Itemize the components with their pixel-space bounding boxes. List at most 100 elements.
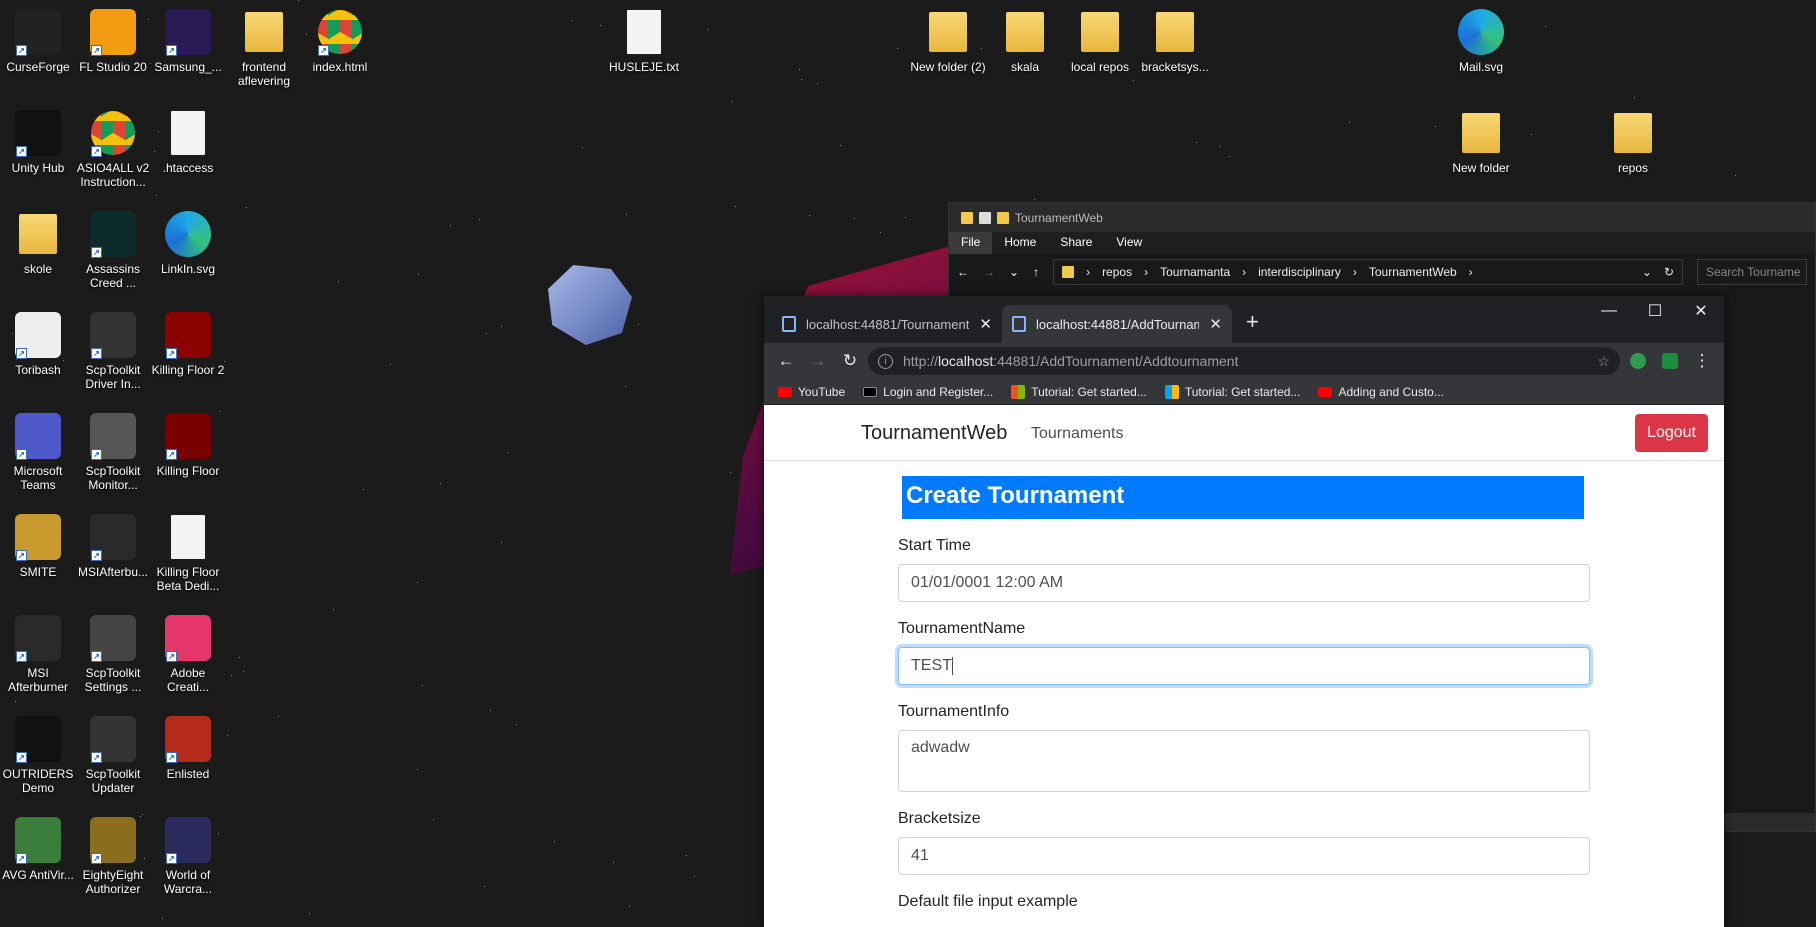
- close-icon[interactable]: ✕: [1678, 296, 1724, 326]
- desktop-icon[interactable]: ↗ Microsoft Teams: [0, 412, 76, 492]
- ribbon-tab-file[interactable]: File: [949, 232, 993, 254]
- desktop-icon-label: New folder (2): [910, 60, 986, 74]
- desktop-icon[interactable]: ↗ Killing Floor: [150, 412, 226, 478]
- desktop-icon[interactable]: ↗ Assassins Creed ...: [75, 210, 151, 290]
- desktop-icon[interactable]: .htaccess: [150, 109, 226, 175]
- shortcut-arrow-icon: ↗: [91, 651, 102, 662]
- samsung-icon: ↗: [164, 8, 212, 56]
- address-bar[interactable]: i http://localhost:44881/AddTournament/A…: [868, 347, 1620, 375]
- desktop-icon[interactable]: ↗ MSIAfterbu...: [75, 513, 151, 579]
- explorer-address-bar[interactable]: › repos › Tournamanta › interdisciplinar…: [1053, 259, 1683, 285]
- properties-icon[interactable]: [979, 211, 991, 224]
- desktop-icon-label: ScpToolkit Monitor...: [85, 464, 141, 492]
- desktop-icon[interactable]: Mail.svg: [1443, 8, 1519, 74]
- bookmark-login-register[interactable]: Login and Register...: [863, 385, 993, 399]
- desktop-icon[interactable]: local repos: [1062, 8, 1138, 74]
- desktop-icon[interactable]: HUSLEJE.txt: [606, 8, 682, 74]
- desktop-icon[interactable]: ↗ Killing Floor 2: [150, 311, 226, 377]
- close-icon[interactable]: ✕: [1209, 315, 1222, 333]
- maximize-icon[interactable]: ☐: [1632, 296, 1678, 326]
- new-folder-icon[interactable]: [997, 211, 1009, 224]
- forward-arrow-icon[interactable]: →: [983, 265, 995, 279]
- browser-window[interactable]: localhost:44881/Tournaments/De ✕ localho…: [764, 296, 1724, 927]
- site-brand[interactable]: TournamentWeb: [861, 422, 1007, 445]
- close-icon[interactable]: ✕: [979, 315, 992, 333]
- desktop-icon[interactable]: ↗ Samsung_...: [150, 8, 226, 74]
- bookmark-adding-custom[interactable]: Adding and Custo...: [1318, 385, 1444, 399]
- logout-button[interactable]: Logout: [1635, 414, 1708, 452]
- desktop-icon[interactable]: ↗ ScpToolkit Settings ...: [75, 614, 151, 694]
- desktop-icon[interactable]: ↗ ScpToolkit Updater: [75, 715, 151, 795]
- desktop-icon[interactable]: ↗ AVG AntiVir...: [0, 816, 76, 882]
- back-arrow-icon[interactable]: ←: [772, 347, 800, 375]
- reload-icon[interactable]: ↻: [836, 347, 864, 375]
- ribbon-tab-share[interactable]: Share: [1048, 232, 1104, 254]
- start-time-input[interactable]: 01/01/0001 12:00 AM: [898, 564, 1590, 602]
- breadcrumb-repos[interactable]: repos: [1102, 265, 1132, 279]
- desktop-icon[interactable]: ↗ ASIO4ALL v2 Instruction...: [75, 109, 151, 189]
- desktop-icon[interactable]: ↗ Toribash: [0, 311, 76, 377]
- star-dot: [490, 710, 491, 711]
- star-dot: [507, 452, 508, 453]
- file-icon: [164, 513, 212, 561]
- bookmark-tutorial-2[interactable]: Tutorial: Get started...: [1164, 384, 1300, 399]
- menu-kebab-icon[interactable]: ⋮: [1688, 347, 1716, 375]
- folder-icon: [1076, 8, 1124, 56]
- desktop-icon[interactable]: ↗ Adobe Creati...: [150, 614, 226, 694]
- desktop-icon[interactable]: ↗ CurseForge: [0, 8, 76, 74]
- desktop-icon[interactable]: ↗ OUTRIDERS Demo: [0, 715, 76, 795]
- desktop-icon[interactable]: ↗ Enlisted: [150, 715, 226, 781]
- bookmark-tutorial-1[interactable]: Tutorial: Get started...: [1011, 384, 1147, 399]
- back-arrow-icon[interactable]: ←: [957, 265, 969, 279]
- star-dot: [239, 657, 240, 658]
- desktop-icon[interactable]: bracketsys...: [1137, 8, 1213, 74]
- breadcrumb-tournamanta[interactable]: Tournamanta: [1160, 265, 1230, 279]
- desktop-icon[interactable]: ↗ Unity Hub: [0, 109, 76, 175]
- recent-chevron-icon[interactable]: ⌄: [1009, 265, 1019, 279]
- bookmark-youtube[interactable]: YouTube: [778, 385, 845, 399]
- desktop-icon[interactable]: frontend aflevering: [226, 8, 302, 88]
- desktop-icon[interactable]: New folder: [1443, 109, 1519, 175]
- chevron-down-icon[interactable]: ⌄: [1642, 265, 1652, 279]
- info-icon[interactable]: i: [878, 353, 893, 369]
- breadcrumb-interdisciplinary[interactable]: interdisciplinary: [1258, 265, 1341, 279]
- breadcrumb-tournamentweb[interactable]: TournamentWeb: [1369, 265, 1457, 279]
- star-dot: [417, 769, 418, 770]
- minimize-icon[interactable]: —: [1586, 296, 1632, 326]
- desktop-icon[interactable]: ↗ SMITE: [0, 513, 76, 579]
- desktop-icon[interactable]: ↗ ScpToolkit Monitor...: [75, 412, 151, 492]
- desktop-icon[interactable]: LinkIn.svg: [150, 210, 226, 276]
- tab-tournaments-details[interactable]: localhost:44881/Tournaments/De ✕: [772, 305, 1002, 343]
- tournament-info-textarea[interactable]: adwadw: [898, 730, 1590, 792]
- desktop-icon[interactable]: New folder (2): [910, 8, 986, 74]
- desktop-icon[interactable]: ↗ ScpToolkit Driver In...: [75, 311, 151, 391]
- adblock-extension-icon[interactable]: [1624, 347, 1652, 375]
- explorer-title-bar[interactable]: TournamentWeb: [949, 203, 1815, 232]
- desktop-icon-label: Unity Hub: [11, 161, 65, 175]
- ribbon-tab-home[interactable]: Home: [992, 232, 1048, 254]
- star-icon[interactable]: ☆: [1597, 353, 1610, 370]
- tab-add-tournament[interactable]: localhost:44881/AddTournament/ ✕: [1002, 305, 1232, 343]
- new-tab-icon[interactable]: +: [1246, 309, 1259, 335]
- forward-arrow-icon[interactable]: →: [804, 347, 832, 375]
- desktop-icon[interactable]: skala: [987, 8, 1063, 74]
- desktop-icon[interactable]: repos: [1595, 109, 1671, 175]
- desktop-icon[interactable]: ↗ MSI Afterburner: [0, 614, 76, 694]
- explorer-search-input[interactable]: Search Tourname: [1697, 259, 1807, 285]
- desktop-icon[interactable]: ↗ index.html: [302, 8, 378, 74]
- desktop-icon[interactable]: skole: [0, 210, 76, 276]
- nav-link-tournaments[interactable]: Tournaments: [1031, 425, 1124, 443]
- desktop-icon[interactable]: ↗ FL Studio 20: [75, 8, 151, 74]
- tournament-name-input[interactable]: TEST: [898, 647, 1590, 685]
- refresh-icon[interactable]: ↻: [1664, 265, 1674, 279]
- star-dot: [840, 145, 841, 146]
- desktop-icon[interactable]: ↗ World of Warcra...: [150, 816, 226, 896]
- bracketsize-input[interactable]: 41: [898, 837, 1590, 875]
- ribbon-tab-view[interactable]: View: [1104, 232, 1154, 254]
- star-dot: [625, 386, 626, 387]
- shield-extension-icon[interactable]: [1656, 347, 1684, 375]
- desktop-icon[interactable]: ↗ EightyEight Authorizer: [75, 816, 151, 896]
- desktop-icon[interactable]: Killing Floor Beta Dedi...: [150, 513, 226, 593]
- up-arrow-icon[interactable]: ↑: [1033, 265, 1039, 279]
- star-dot: [1220, 146, 1221, 147]
